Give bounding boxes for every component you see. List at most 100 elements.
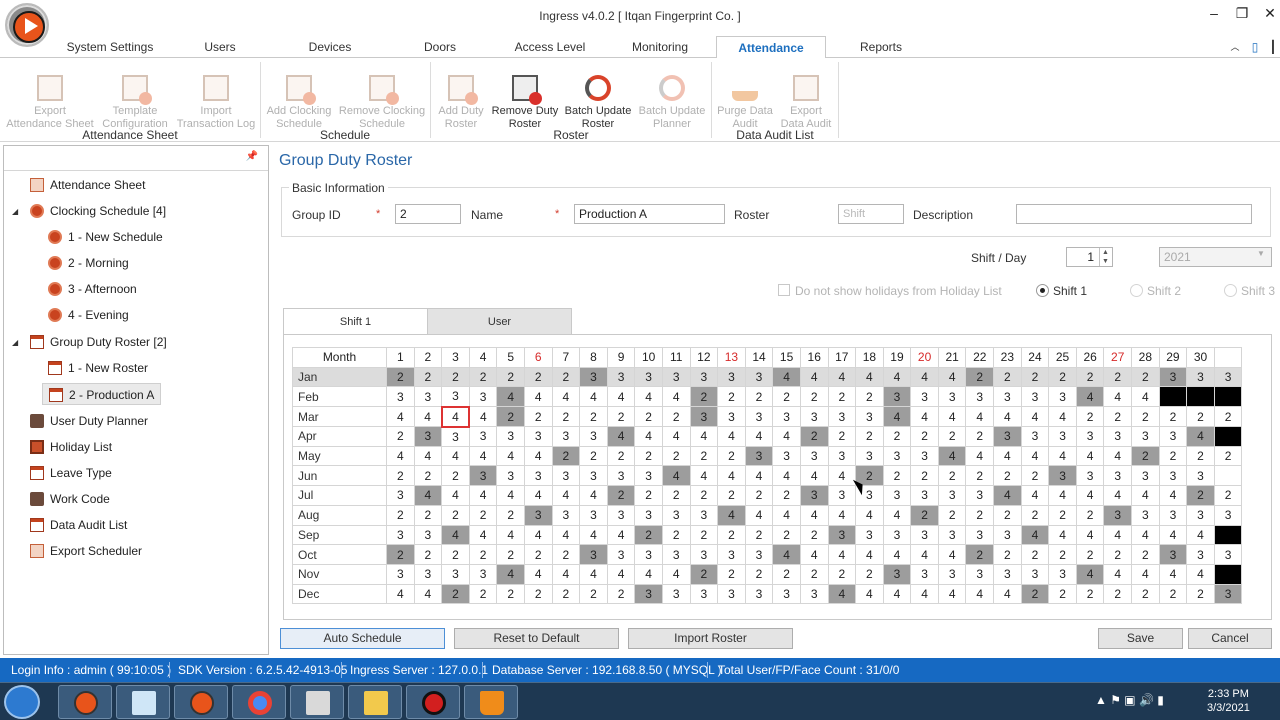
roster-cell[interactable]: 4 bbox=[827, 544, 857, 565]
roster-cell[interactable]: 4 bbox=[1075, 386, 1105, 408]
system-tray-icons[interactable]: ▲ ⚑ ▣ 🔊 ▮ bbox=[1095, 693, 1164, 707]
roster-cell[interactable]: 4 bbox=[551, 524, 581, 546]
roster-cell[interactable]: 3 bbox=[910, 563, 939, 585]
roster-cell[interactable]: 4 bbox=[689, 465, 719, 487]
save-button[interactable]: Save bbox=[1098, 628, 1183, 649]
roster-cell[interactable]: 4 bbox=[468, 485, 498, 506]
roster-cell[interactable]: 3 bbox=[910, 445, 939, 467]
roster-cell[interactable]: 4 bbox=[468, 445, 498, 467]
remove-clocking-schedule-button[interactable]: Remove Clocking Schedule bbox=[337, 62, 427, 131]
roster-cell[interactable]: 3 bbox=[413, 524, 443, 546]
roster-cell[interactable]: 3 bbox=[496, 465, 525, 487]
roster-cell[interactable]: 4 bbox=[937, 366, 967, 388]
roster-cell[interactable]: 4 bbox=[744, 465, 774, 487]
roster-cell[interactable]: 3 bbox=[413, 563, 443, 585]
roster-cell[interactable]: 2 bbox=[413, 544, 443, 565]
roster-cell[interactable]: 3 bbox=[551, 504, 581, 526]
roster-cell[interactable]: 4 bbox=[772, 544, 801, 565]
roster-cell[interactable]: 4 bbox=[882, 544, 912, 565]
roster-cell[interactable]: 3 bbox=[993, 563, 1022, 585]
roster-cell[interactable]: 2 bbox=[386, 426, 415, 447]
roster-cell[interactable]: 2 bbox=[1075, 583, 1105, 605]
roster-cell[interactable]: 4 bbox=[965, 445, 995, 467]
roster-cell[interactable]: 3 bbox=[799, 406, 829, 428]
roster-cell[interactable]: 4 bbox=[772, 465, 801, 487]
roster-cell[interactable]: 4 bbox=[799, 504, 829, 526]
roster-cell[interactable]: 2 bbox=[965, 544, 995, 565]
roster-cell[interactable]: 2 bbox=[468, 504, 498, 526]
roster-cell[interactable]: 3 bbox=[661, 366, 691, 388]
roster-cell[interactable]: 4 bbox=[1048, 524, 1077, 546]
batch-update-roster-button[interactable]: Batch Update Roster bbox=[562, 62, 634, 131]
roster-cell[interactable]: 2 bbox=[717, 485, 746, 506]
roster-cell[interactable]: 2 bbox=[827, 386, 857, 408]
roster-cell[interactable]: 3 bbox=[496, 426, 525, 447]
roster-cell[interactable]: 4 bbox=[1075, 445, 1105, 467]
roster-cell[interactable]: 4 bbox=[937, 406, 967, 428]
roster-cell[interactable]: 4 bbox=[579, 485, 608, 506]
roster-cell[interactable]: 4 bbox=[579, 386, 608, 408]
roster-cell[interactable]: 2 bbox=[523, 366, 553, 388]
export-data-audit-button[interactable]: Export Data Audit bbox=[776, 62, 836, 131]
roster-cell[interactable]: 2 bbox=[799, 386, 829, 408]
roster-cell[interactable]: 2 bbox=[993, 366, 1022, 388]
roster-cell[interactable]: 3 bbox=[551, 426, 581, 447]
roster-cell[interactable]: 3 bbox=[579, 465, 608, 487]
roster-cell[interactable]: 4 bbox=[1131, 524, 1160, 546]
roster-cell[interactable]: 4 bbox=[606, 524, 636, 546]
roster-cell[interactable]: 2 bbox=[717, 524, 746, 546]
roster-cell[interactable]: 4 bbox=[386, 445, 415, 467]
roster-cell[interactable]: 3 bbox=[1048, 563, 1077, 585]
roster-cell[interactable]: 3 bbox=[1158, 366, 1188, 388]
roster-cell[interactable]: 4 bbox=[1186, 563, 1215, 585]
roster-cell[interactable]: 4 bbox=[634, 426, 663, 447]
roster-cell[interactable]: 4 bbox=[441, 485, 470, 506]
tree-item-holiday-list[interactable]: Holiday List bbox=[30, 436, 112, 458]
roster-cell[interactable]: 4 bbox=[993, 583, 1022, 605]
roster-cell[interactable]: 4 bbox=[937, 445, 967, 467]
roster-cell[interactable]: 2 bbox=[772, 563, 801, 585]
tree-item-evening[interactable]: 4 - Evening bbox=[48, 304, 129, 326]
roster-cell[interactable]: 4 bbox=[1020, 406, 1050, 428]
roster-cell[interactable]: 4 bbox=[523, 524, 553, 546]
roster-cell[interactable] bbox=[1158, 386, 1188, 408]
roster-cell[interactable]: 3 bbox=[910, 485, 939, 506]
roster-cell[interactable]: 2 bbox=[441, 465, 470, 487]
tab-reports[interactable]: Reports bbox=[846, 36, 916, 58]
roster-cell[interactable]: 2 bbox=[441, 366, 470, 388]
roster-cell[interactable]: 4 bbox=[496, 485, 525, 506]
roster-cell[interactable]: 4 bbox=[772, 366, 801, 388]
roster-cell[interactable]: 3 bbox=[799, 445, 829, 467]
roster-cell[interactable]: 3 bbox=[634, 544, 663, 565]
roster-cell[interactable]: 3 bbox=[965, 563, 995, 585]
roster-cell[interactable]: 3 bbox=[634, 504, 663, 526]
taskbar-vlc-app[interactable] bbox=[464, 685, 518, 719]
roster-cell[interactable]: 2 bbox=[1075, 504, 1105, 526]
roster-cell[interactable]: 2 bbox=[1020, 504, 1050, 526]
tree-item-data-audit-list[interactable]: Data Audit List bbox=[30, 514, 127, 536]
roster-cell[interactable]: 3 bbox=[441, 563, 470, 585]
roster-cell[interactable]: 2 bbox=[1158, 583, 1188, 605]
roster-cell[interactable]: 4 bbox=[965, 406, 995, 428]
close-button[interactable]: ✕ bbox=[1257, 4, 1280, 24]
pin-icon[interactable]: 📌 bbox=[246, 151, 258, 162]
roster-cell[interactable]: 4 bbox=[882, 406, 912, 428]
roster-cell[interactable]: 4 bbox=[579, 524, 608, 546]
roster-cell[interactable]: 4 bbox=[551, 485, 581, 506]
roster-cell[interactable]: 2 bbox=[937, 504, 967, 526]
roster-cell[interactable]: 2 bbox=[496, 366, 525, 388]
roster-cell[interactable]: 4 bbox=[744, 504, 774, 526]
roster-cell[interactable]: 3 bbox=[717, 406, 746, 428]
roster-cell[interactable]: 4 bbox=[579, 563, 608, 585]
roster-cell[interactable]: 3 bbox=[882, 386, 912, 408]
start-button[interactable] bbox=[4, 685, 40, 719]
roster-cell[interactable]: 3 bbox=[827, 485, 857, 506]
roster-cell[interactable]: 4 bbox=[1131, 485, 1160, 506]
roster-cell[interactable]: 3 bbox=[1020, 386, 1050, 408]
roster-cell[interactable]: 2 bbox=[1020, 583, 1050, 605]
roster-cell[interactable]: 3 bbox=[1213, 366, 1243, 388]
roster-cell[interactable]: 2 bbox=[1103, 544, 1133, 565]
roster-cell[interactable] bbox=[1213, 563, 1243, 585]
roster-cell[interactable]: 4 bbox=[965, 583, 995, 605]
batch-update-planner-button[interactable]: Batch Update Planner bbox=[636, 62, 708, 131]
